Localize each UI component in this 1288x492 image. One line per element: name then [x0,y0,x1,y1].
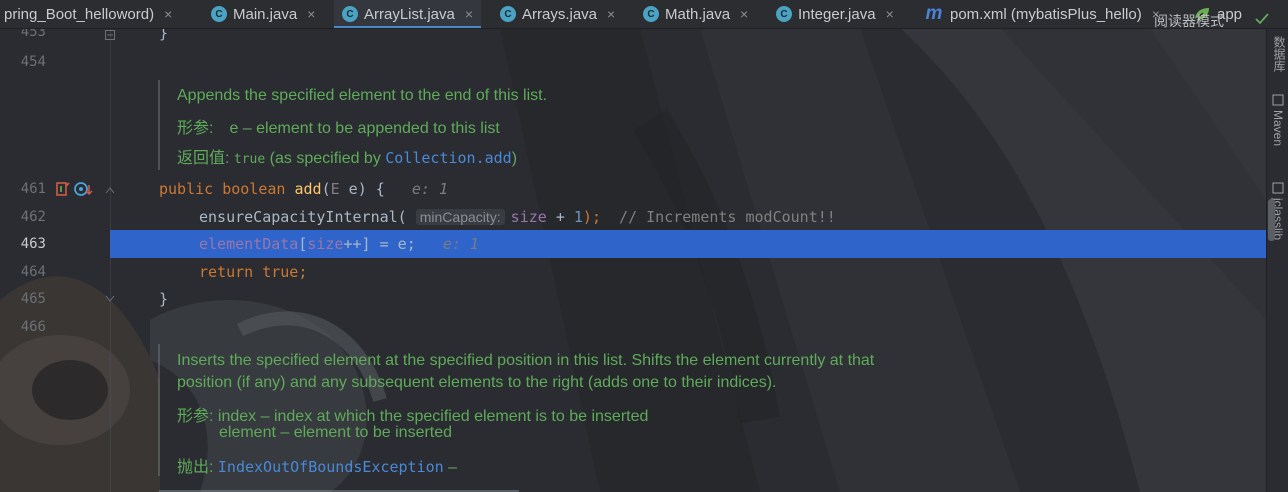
maven-tool-icon[interactable] [1272,94,1284,106]
doc-summary: Appends the specified element to the end… [177,87,548,104]
tab-arraylist-java[interactable]: C ArrayList.java × [334,0,482,28]
code-rest: ++] = e; [343,235,416,253]
gutter-separator [110,28,111,492]
line-number: 465 [20,291,46,307]
code-line-461: public boolean add(E e) { e: 1 [159,180,448,198]
close-icon[interactable]: × [886,6,894,22]
java-class-icon: C [342,6,358,22]
doc-returns-text: (as specified by [265,150,386,167]
overriding-method-icon[interactable] [74,181,94,197]
brace: { [375,180,385,198]
tab-integer-java[interactable]: C Integer.java × [776,0,894,28]
doc-link-index-out-of-bounds[interactable]: IndexOutOfBoundsException [218,458,444,476]
code-editor[interactable]: 453 454 461 462 463 464 465 466 } Append… [0,24,1266,492]
vertical-scrollbar-thumb[interactable] [1268,199,1275,241]
line-comment: // Increments modCount!! [619,208,836,226]
tab-label: pring_Boot_helloword) [4,5,155,23]
doc-summary: Inserts the specified element at the spe… [177,352,875,369]
field-ref: size [510,208,547,226]
debug-value-hint: e: 1 [411,180,448,198]
field-ref: size [307,235,344,253]
keyword: boolean [222,180,286,198]
tab-label: ArrayList.java [364,5,455,23]
fold-marker-icon[interactable] [105,30,115,40]
doc-returns-label: 返回值: [177,150,230,167]
doc-comment-bar [158,80,160,170]
operator: + [546,208,574,226]
tab-math-java[interactable]: C Math.java × [643,0,748,28]
editor-tab-bar: pring_Boot_helloword) × C Main.java × C … [0,0,1288,29]
method-call: ensureCapacityInternal( [199,208,407,226]
doc-throws-label: 抛出: [177,459,214,476]
maven-tool-button[interactable]: Maven [1271,110,1285,146]
code-line-462: ensureCapacityInternal( minCapacity: size… [199,208,836,226]
keyword: return [199,263,254,281]
tab-label: Integer.java [798,5,876,23]
code-line-463: elementData[size++] = e; e: 1 [199,235,479,253]
implementing-method-icon[interactable] [55,181,71,197]
close-icon[interactable]: × [607,6,615,22]
param-type: E [330,180,340,198]
tab-label: Math.java [665,5,731,23]
java-class-icon: C [776,6,792,22]
doc-returns: 返回值: true (as specified by Collection.ad… [177,144,517,168]
number-literal: 1 [573,208,583,226]
close-icon[interactable]: × [465,6,473,22]
debug-value-hint: e: 1 [442,235,479,253]
right-tool-window-strip: 数据库 Maven jclasslib [1266,28,1288,492]
doc-param-text: index – index at which the specified ele… [217,408,649,425]
doc-params-label: 形参: [177,120,214,137]
inspection-ok-icon[interactable] [1254,12,1270,26]
doc-summary: position (if any) and any subsequent ele… [177,374,777,391]
doc-returns-text-end: ) [511,150,518,167]
line-number-current: 463 [20,236,46,252]
doc-param-text: e – element to be appended to this list [229,120,500,137]
doc-params: 形参: e – element to be appended to this li… [177,114,500,138]
punct: ); [582,208,601,226]
doc-link-collection-add[interactable]: Collection.add [385,149,511,167]
doc-throws-text: – [443,459,458,476]
fold-marker-icon[interactable] [105,185,115,195]
doc-params-label: 形参: [177,408,214,425]
code-line-464: return true; [199,263,307,281]
tab-pom-xml[interactable]: m pom.xml (mybatisPlus_hello) × [924,0,1160,28]
code-line-465: } [159,290,169,308]
tab-label: Main.java [233,5,298,23]
doc-throws: 抛出: IndexOutOfBoundsException – [177,453,457,477]
param-name: e [348,180,358,198]
close-icon[interactable]: × [164,6,172,22]
tab-arrays-java[interactable]: C Arrays.java × [500,0,615,28]
code-line-partial [159,484,519,492]
close-icon[interactable]: × [307,6,315,22]
maven-icon: m [925,3,943,24]
line-number: 466 [20,319,46,335]
doc-param-text: element – element to be inserted [219,424,453,441]
java-class-icon: C [211,6,227,22]
jclasslib-tool-icon[interactable] [1272,182,1284,194]
line-number: 461 [20,181,46,197]
close-icon[interactable]: × [740,6,748,22]
doc-comment-bar [158,344,160,476]
tab-label: pom.xml (mybatisPlus_hello) [950,5,1142,23]
keyword: public [159,180,214,198]
doc-params: 形参: index – index at which the specified… [177,402,648,426]
field-ref: elementData [199,235,299,253]
database-tool-button[interactable]: 数据库 [1271,36,1288,72]
java-class-icon: C [643,6,659,22]
tab-main-java[interactable]: C Main.java × [211,0,315,28]
line-number: 464 [20,264,46,280]
doc-returns-code: true [233,152,266,167]
parameter-inlay-hint: minCapacity: [415,209,505,225]
tab-spring-boot[interactable]: pring_Boot_helloword) × [4,0,172,28]
java-class-icon: C [500,6,516,22]
method-name: add [294,180,322,198]
fold-marker-icon[interactable] [105,294,115,304]
reader-mode-button[interactable]: 阅读器模式 [1154,11,1224,31]
keyword: true; [262,263,308,281]
tab-label: Arrays.java [522,5,598,23]
line-number: 454 [20,54,46,70]
line-number: 462 [20,209,46,225]
